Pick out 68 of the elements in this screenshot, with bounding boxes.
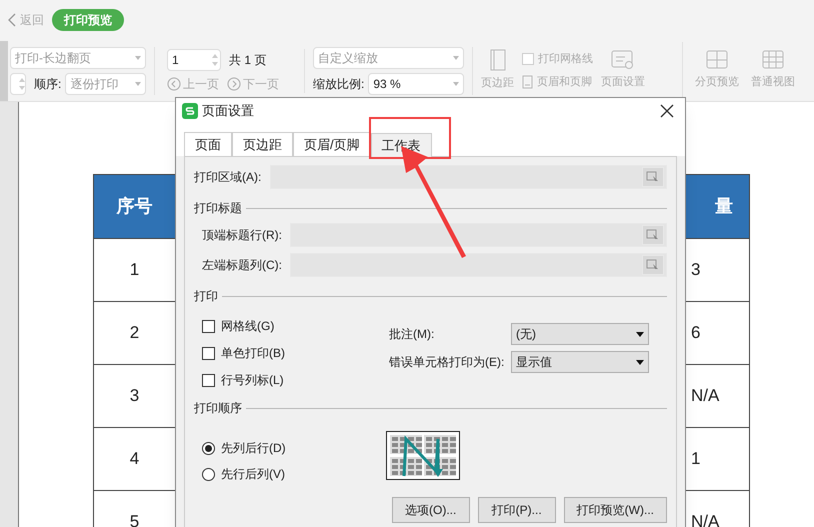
select-label: 批注(M): <box>389 326 436 343</box>
order-select[interactable]: 逐份打印 <box>65 72 146 94</box>
dialog-button[interactable]: 选项(O)... <box>392 497 470 523</box>
table-header-cell: 序号 <box>94 174 175 238</box>
checkbox-label: 单色打印(B) <box>221 345 285 362</box>
page-number-spinner[interactable] <box>10 72 26 94</box>
grid-icon <box>761 50 785 70</box>
page-gear-icon <box>611 50 635 70</box>
duplex-select[interactable]: 打印-长边翻页 <box>10 46 146 68</box>
dialog-tab[interactable]: 页边距 <box>232 132 293 156</box>
range-picker-icon[interactable] <box>642 255 664 275</box>
print-title-label: 左端标题列(C): <box>202 257 283 274</box>
dropdown-caret-icon <box>453 82 459 86</box>
dialog-tab[interactable]: 页面 <box>184 132 232 156</box>
dropdown-arrow-icon <box>636 360 644 364</box>
print-preview-badge: 打印预览 <box>52 9 124 31</box>
four-panes-icon <box>705 50 729 70</box>
checkbox-label: 网格线(G) <box>221 318 274 335</box>
dialog-tab[interactable]: 页眉/页脚 <box>293 132 371 156</box>
dropdown-caret-icon <box>453 56 459 60</box>
chevron-left-icon <box>8 13 16 27</box>
zoom-mode-select[interactable]: 自定义缩放 <box>313 46 464 68</box>
print-title-field[interactable] <box>290 253 667 277</box>
range-picker-icon[interactable] <box>642 225 664 245</box>
circle-arrow-right-icon <box>227 76 241 90</box>
range-picker-icon[interactable] <box>642 167 664 187</box>
option-select[interactable]: 显示值 <box>511 351 649 373</box>
dropdown-caret-icon <box>135 56 141 60</box>
checkbox[interactable] <box>202 346 215 360</box>
radio-label: 先列后行(D) <box>221 440 286 457</box>
option-select[interactable]: (无) <box>511 323 649 345</box>
print-title-label: 顶端标题行(R): <box>202 227 283 244</box>
dialog-button[interactable]: 打印(P)... <box>478 497 556 523</box>
page-margin-icon <box>490 49 506 72</box>
normal-view-button[interactable]: 普通视图 <box>751 50 795 91</box>
dialog-button[interactable]: 打印预览(W)... <box>564 497 667 523</box>
radio-button[interactable] <box>202 442 215 454</box>
radio-label: 先行后列(V) <box>221 466 285 483</box>
zoom-value-select[interactable]: 93 % <box>368 72 464 94</box>
zoom-label: 缩放比例: <box>313 76 364 92</box>
section-heading: 打印顺序 <box>194 400 242 417</box>
page-break-preview-button[interactable]: 分页预览 <box>695 50 739 91</box>
checkbox[interactable] <box>202 374 215 386</box>
gridlines-checkbox[interactable]: 打印网格线 <box>522 51 593 68</box>
print-title-field[interactable] <box>290 223 667 247</box>
select-label: 错误单元格打印为(E): <box>389 354 506 371</box>
page-number-spinner[interactable]: 1 <box>167 48 221 70</box>
back-button[interactable]: 返回 <box>8 11 44 29</box>
radio-button[interactable] <box>202 468 215 480</box>
checkbox-label: 行号列标(L) <box>221 372 284 389</box>
page-total: 共 1 页 <box>229 52 266 68</box>
dialog-title: 页面设置 <box>202 102 255 120</box>
close-icon[interactable] <box>659 103 675 119</box>
order-label: 顺序: <box>34 76 62 92</box>
page-setup-button[interactable]: 页面设置 <box>601 50 645 91</box>
section-heading: 打印 <box>194 288 218 305</box>
print-area-label: 打印区域(A): <box>194 169 262 186</box>
dropdown-caret-icon <box>135 82 141 86</box>
page-icon <box>522 74 533 89</box>
print-area-field[interactable] <box>270 165 667 189</box>
dropdown-arrow-icon <box>636 332 644 336</box>
margins-button[interactable]: 页边距 <box>481 49 514 92</box>
app-logo-icon <box>182 103 198 119</box>
panel-edge <box>0 40 8 100</box>
circle-arrow-left-icon <box>167 76 181 90</box>
header-footer-button[interactable]: 页眉和页脚 <box>522 74 593 90</box>
section-heading: 打印标题 <box>194 200 242 217</box>
checkbox[interactable] <box>202 320 215 332</box>
